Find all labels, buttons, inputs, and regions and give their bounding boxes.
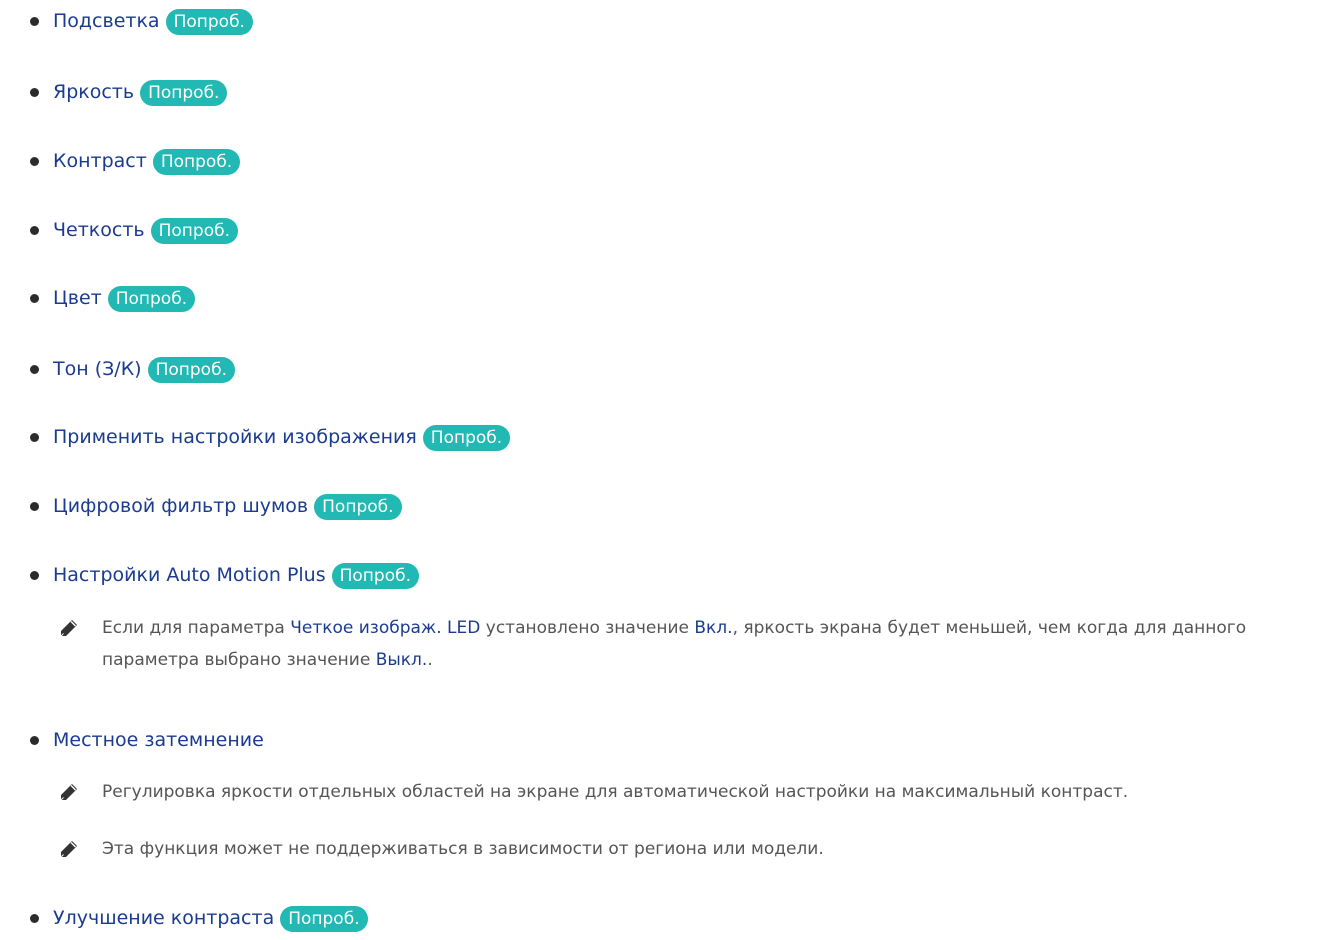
note-text: Эта функция может не поддерживаться в за… (102, 839, 824, 859)
pencil-icon (60, 784, 77, 801)
note-text: Регулировка яркости отдельных областей н… (102, 782, 1129, 802)
try-button-contrast-enhancer[interactable]: Попроб. (280, 906, 368, 932)
item-label-color[interactable]: Цвет (53, 287, 102, 309)
pencil-icon (60, 620, 77, 637)
item-label-apply-picture-settings[interactable]: Применить настройки изображения (53, 426, 417, 448)
bullet (30, 16, 39, 26)
try-button-brightness[interactable]: Попроб. (140, 80, 228, 106)
bullet (30, 570, 39, 580)
bullet (30, 156, 39, 166)
try-button-backlight[interactable]: Попроб. (165, 9, 253, 35)
bullet (30, 913, 39, 923)
value-off: Выкл. (375, 650, 428, 670)
try-button-color[interactable]: Попроб. (107, 286, 196, 312)
bullet (30, 735, 39, 745)
option-clear-motion-led: Четкое изображ. LED (290, 618, 481, 638)
note-text: Если для параметра Четкое изображ. LED у… (102, 618, 1247, 670)
item-label-auto-motion-plus[interactable]: Настройки Auto Motion Plus (53, 564, 326, 586)
item-label-sharpness[interactable]: Четкость (53, 219, 145, 241)
settings-list: Подсветка Попроб. Яркость Попроб. Контра… (0, 0, 1337, 940)
bullet (30, 293, 39, 303)
bullet (30, 364, 39, 374)
try-button-tint[interactable]: Попроб. (147, 357, 235, 383)
item-label-backlight[interactable]: Подсветка (53, 10, 160, 32)
item-label-digital-noise-filter[interactable]: Цифровой фильтр шумов (53, 495, 308, 517)
item-label-tint[interactable]: Тон (З/К) (53, 358, 142, 380)
try-button-auto-motion-plus[interactable]: Попроб. (331, 563, 420, 589)
try-button-apply-picture-settings[interactable]: Попроб. (422, 425, 511, 451)
bullet (30, 501, 39, 511)
bullet (30, 87, 39, 97)
item-label-brightness[interactable]: Яркость (53, 81, 134, 103)
item-label-contrast[interactable]: Контраст (53, 150, 147, 172)
item-label-contrast-enhancer[interactable]: Улучшение контраста (53, 907, 274, 929)
try-button-sharpness[interactable]: Попроб. (150, 218, 238, 244)
try-button-digital-noise-filter[interactable]: Попроб. (314, 494, 402, 520)
bullet (30, 225, 39, 235)
value-on: Вкл. (694, 618, 733, 638)
pencil-icon (60, 841, 77, 858)
bullet (30, 432, 39, 442)
try-button-contrast[interactable]: Попроб. (152, 149, 241, 175)
item-label-local-dimming[interactable]: Местное затемнение (53, 729, 264, 751)
